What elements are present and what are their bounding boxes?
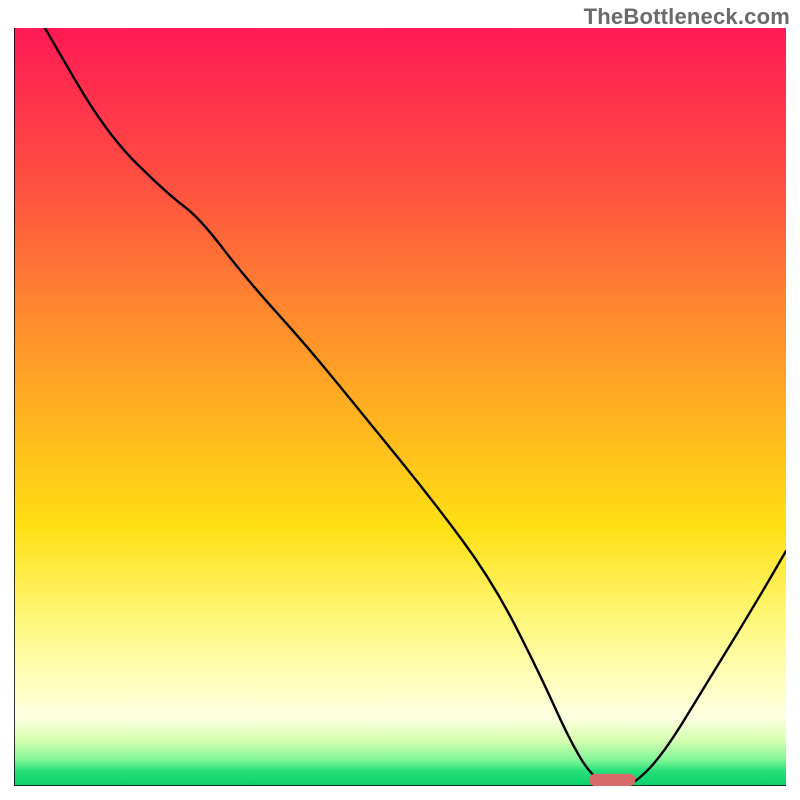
axis-frame (14, 28, 786, 786)
bottleneck-curve (45, 28, 786, 786)
optimum-marker (589, 774, 635, 786)
watermark-label: TheBottleneck.com (584, 4, 790, 30)
plot-area (14, 28, 786, 786)
bottleneck-chart: TheBottleneck.com (0, 0, 800, 800)
chart-overlay (14, 28, 786, 786)
